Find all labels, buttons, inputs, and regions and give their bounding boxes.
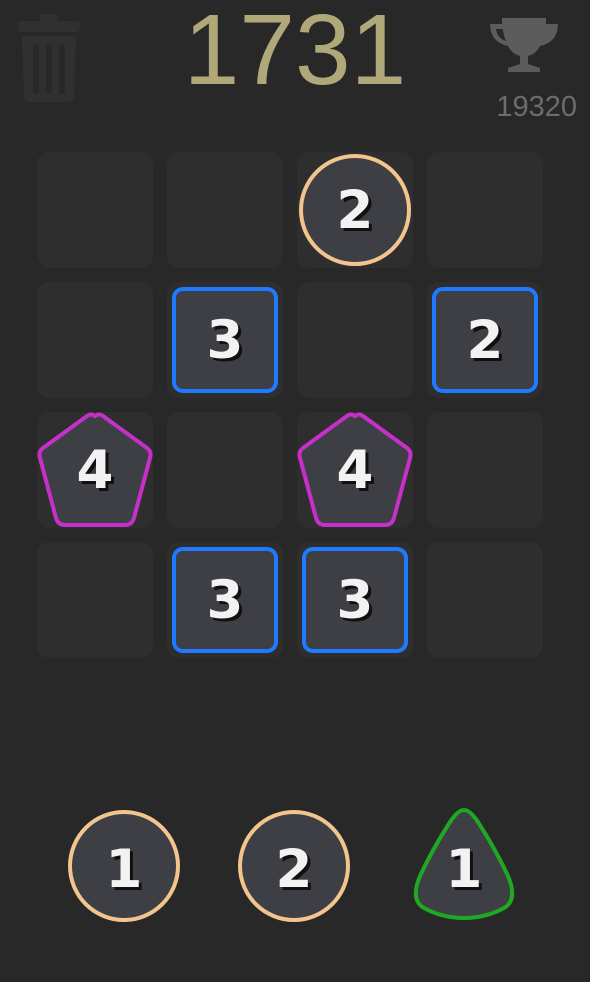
best-score: 19320 bbox=[480, 10, 590, 123]
board-cell[interactable] bbox=[427, 412, 543, 528]
piece-value: 1 bbox=[445, 838, 483, 900]
score-value: 1731 bbox=[183, 0, 407, 106]
piece-value: 2 bbox=[466, 309, 504, 371]
next-piece-circle[interactable]: 1 bbox=[66, 800, 182, 930]
game-board: 2 3 2 4 4 3 3 bbox=[37, 152, 547, 662]
piece-value: 1 bbox=[105, 838, 143, 900]
pentagon-piece: 4 bbox=[297, 412, 413, 528]
board-cell[interactable] bbox=[37, 542, 153, 658]
square-piece: 3 bbox=[167, 542, 283, 658]
circle-piece: 2 bbox=[297, 152, 413, 268]
piece-value: 2 bbox=[275, 838, 313, 900]
board-cell[interactable] bbox=[167, 152, 283, 268]
board-cell[interactable] bbox=[167, 412, 283, 528]
board-cell[interactable] bbox=[427, 152, 543, 268]
next-piece-circle[interactable]: 2 bbox=[236, 800, 352, 930]
square-piece: 2 bbox=[427, 282, 543, 398]
piece-value: 3 bbox=[206, 569, 244, 631]
trash-icon[interactable] bbox=[18, 12, 80, 104]
pentagon-piece: 4 bbox=[37, 412, 153, 528]
board-cell[interactable] bbox=[37, 152, 153, 268]
board-cell[interactable] bbox=[427, 542, 543, 658]
piece-value: 3 bbox=[336, 569, 374, 631]
board-cell[interactable] bbox=[297, 282, 413, 398]
best-score-value: 19320 bbox=[496, 91, 577, 123]
square-piece: 3 bbox=[297, 542, 413, 658]
piece-value: 2 bbox=[336, 179, 374, 241]
trophy-icon bbox=[490, 18, 558, 72]
piece-value: 3 bbox=[206, 309, 244, 371]
next-piece-triangle[interactable]: 1 bbox=[406, 800, 522, 930]
square-piece: 3 bbox=[167, 282, 283, 398]
piece-value: 4 bbox=[76, 439, 114, 501]
board-cell[interactable] bbox=[37, 282, 153, 398]
piece-value: 4 bbox=[336, 439, 374, 501]
